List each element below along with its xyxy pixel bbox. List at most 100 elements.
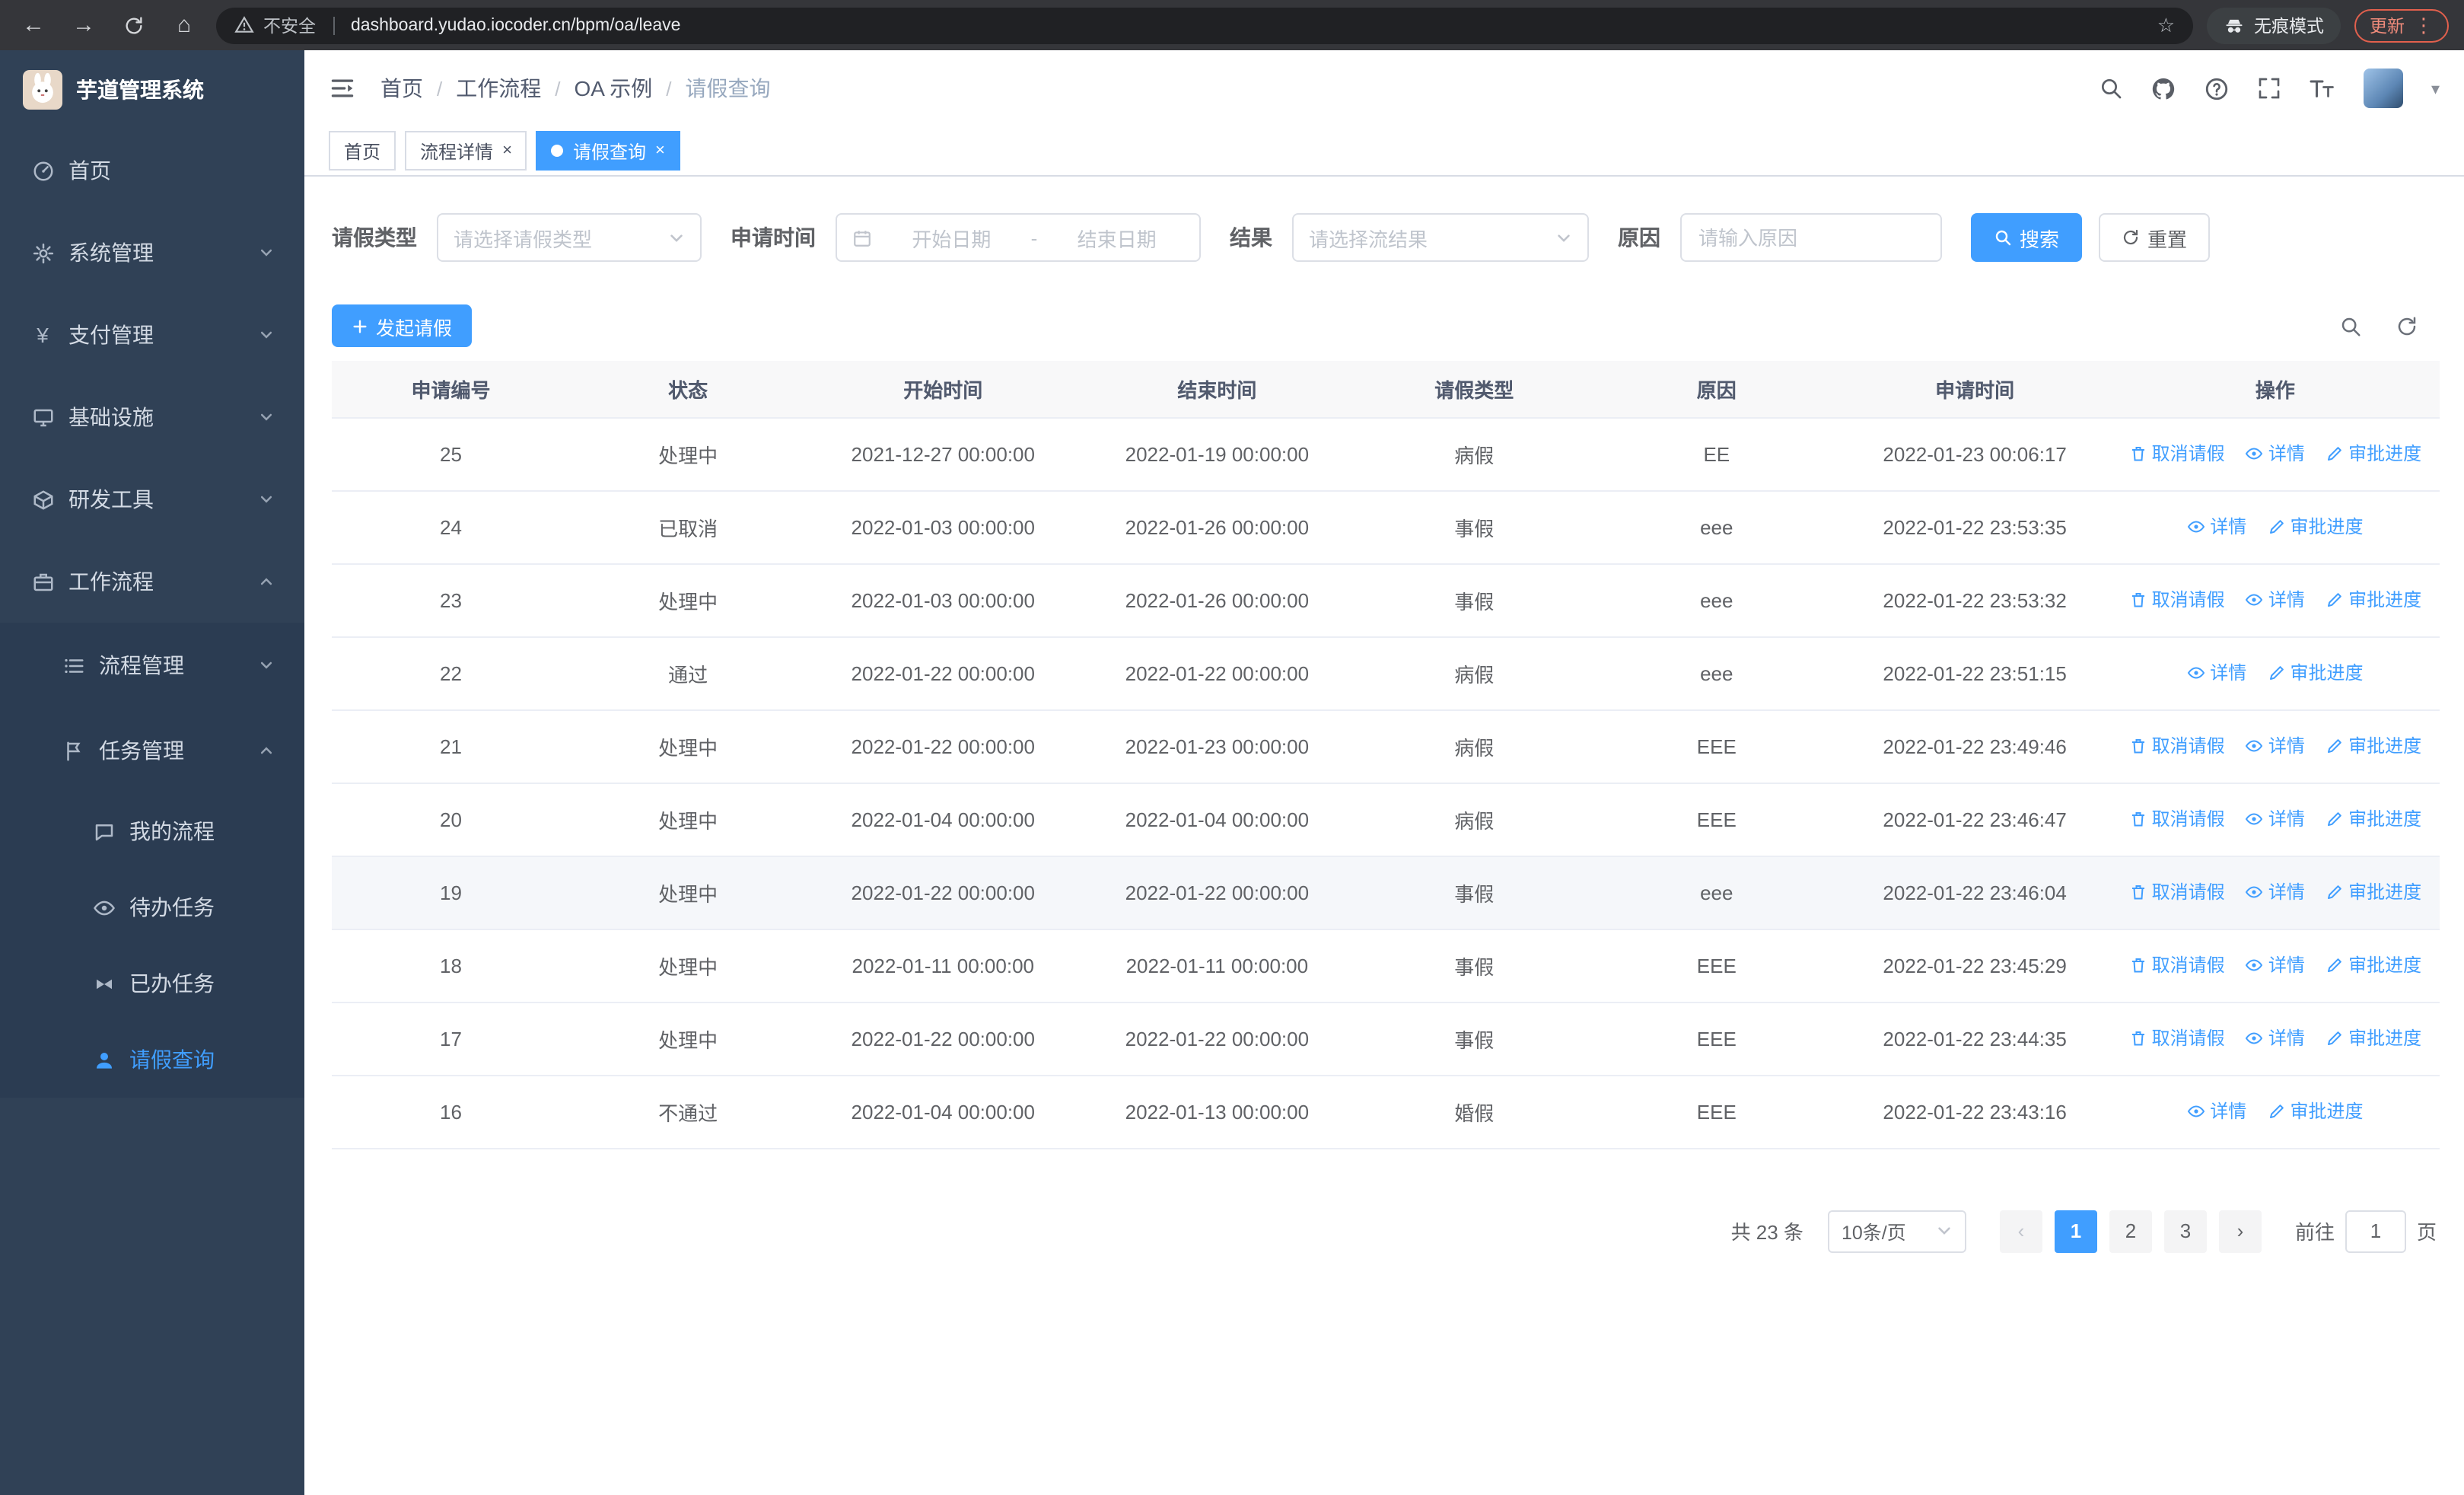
detail-link[interactable]: 详情 (2246, 806, 2305, 832)
approval-progress-link[interactable]: 审批进度 (2268, 514, 2364, 540)
detail-link[interactable]: 详情 (2246, 879, 2305, 905)
detail-link[interactable]: 详情 (2187, 514, 2246, 540)
page-button-3[interactable]: 3 (2163, 1210, 2207, 1252)
github-icon[interactable] (2151, 75, 2177, 101)
cancel-leave-link[interactable]: 取消请假 (2129, 1025, 2225, 1051)
cancel-leave-link[interactable]: 取消请假 (2129, 441, 2225, 467)
approval-progress-link[interactable]: 审批进度 (2326, 733, 2421, 759)
bookmark-star-icon[interactable]: ☆ (2157, 13, 2175, 37)
breadcrumb-oa-example[interactable]: OA 示例 (575, 73, 653, 104)
sidebar-item-home[interactable]: 首页 (0, 129, 304, 212)
result-select[interactable]: 请选择流结果 (1292, 213, 1589, 262)
approval-progress-link[interactable]: 审批进度 (2268, 660, 2364, 686)
approval-progress-link[interactable]: 审批进度 (2326, 587, 2421, 613)
table-row[interactable]: 22 通过 2022-01-22 00:00:00 2022-01-22 00:… (332, 636, 2440, 710)
task-submenu: 我的流程 待办任务 已办任务 请假查询 (0, 793, 304, 1098)
page-button-2[interactable]: 2 (2109, 1210, 2152, 1252)
sidebar-item-pending-tasks[interactable]: 待办任务 (0, 869, 304, 945)
approval-progress-link[interactable]: 审批进度 (2326, 952, 2421, 978)
user-menu-caret-icon[interactable]: ▾ (2431, 78, 2440, 98)
cell-actions: 取消请假 详情 审批进度 (2110, 417, 2440, 491)
approval-progress-link[interactable]: 审批进度 (2326, 441, 2421, 467)
table-row[interactable]: 23 处理中 2022-01-03 00:00:00 2022-01-26 00… (332, 563, 2440, 637)
search-toggle-icon[interactable] (2339, 314, 2362, 337)
browser-back-icon[interactable]: ← (15, 7, 52, 43)
approval-progress-link[interactable]: 审批进度 (2268, 1098, 2364, 1124)
reason-input[interactable] (1680, 213, 1942, 262)
approval-progress-link[interactable]: 审批进度 (2326, 806, 2421, 832)
leave-type-select[interactable]: 请选择请假类型 (437, 213, 702, 262)
security-warning-icon[interactable] (234, 15, 254, 35)
cancel-leave-link[interactable]: 取消请假 (2129, 587, 2225, 613)
prev-page-button[interactable]: ‹ (1999, 1210, 2042, 1252)
breadcrumb-home[interactable]: 首页 (380, 73, 423, 104)
table-row[interactable]: 25 处理中 2021-12-27 00:00:00 2022-01-19 00… (332, 417, 2440, 491)
sidebar-item-label: 首页 (68, 158, 111, 183)
sidebar-item-my-processes[interactable]: 我的流程 (0, 793, 304, 869)
page-size-select[interactable]: 10条/页 (1827, 1210, 1966, 1252)
refresh-icon[interactable] (2396, 314, 2418, 337)
sidebar-item-workflow[interactable]: 工作流程 (0, 540, 304, 623)
update-label[interactable]: 更新 (2370, 13, 2405, 37)
tab-leave-query[interactable]: 请假查询 × (536, 131, 680, 171)
goto-page-input[interactable] (2345, 1210, 2406, 1252)
page-button-1[interactable]: 1 (2054, 1210, 2097, 1252)
security-warning-label[interactable]: 不安全 (263, 13, 316, 37)
help-icon[interactable] (2205, 75, 2230, 101)
tab-home[interactable]: 首页 (329, 131, 396, 171)
browser-menu-icon[interactable]: ⋮ (2414, 13, 2434, 37)
table-row[interactable]: 19 处理中 2022-01-22 00:00:00 2022-01-22 00… (332, 856, 2440, 929)
detail-link[interactable]: 详情 (2246, 587, 2305, 613)
detail-link[interactable]: 详情 (2187, 660, 2246, 686)
search-icon[interactable] (2099, 76, 2124, 100)
browser-reload-icon[interactable] (116, 7, 152, 43)
cancel-leave-link[interactable]: 取消请假 (2129, 952, 2225, 978)
cancel-leave-link[interactable]: 取消请假 (2129, 733, 2225, 759)
approval-progress-link[interactable]: 审批进度 (2326, 1025, 2421, 1051)
close-icon[interactable]: × (655, 142, 665, 159)
address-bar[interactable]: 不安全 dashboard.yudao.iocoder.cn/bpm/oa/le… (216, 7, 2193, 43)
cancel-leave-link[interactable]: 取消请假 (2129, 806, 2225, 832)
search-button[interactable]: 搜索 (1971, 213, 2083, 262)
browser-home-icon[interactable]: ⌂ (166, 7, 202, 43)
table-row[interactable]: 18 处理中 2022-01-11 00:00:00 2022-01-11 00… (332, 929, 2440, 1003)
tab-process-detail[interactable]: 流程详情 × (405, 131, 527, 171)
reset-button[interactable]: 重置 (2099, 213, 2211, 262)
table-row[interactable]: 17 处理中 2022-01-22 00:00:00 2022-01-22 00… (332, 1002, 2440, 1076)
apply-time-range-input[interactable]: 开始日期 - 结束日期 (836, 213, 1201, 262)
sidebar-item-infrastructure[interactable]: 基础设施 (0, 376, 304, 458)
fullscreen-icon[interactable] (2258, 76, 2282, 100)
sidebar-item-task-management[interactable]: 任务管理 (0, 708, 304, 793)
breadcrumb-workflow[interactable]: 工作流程 (456, 73, 541, 104)
detail-link[interactable]: 详情 (2187, 1098, 2246, 1124)
detail-link[interactable]: 详情 (2246, 733, 2305, 759)
cancel-leave-link[interactable]: 取消请假 (2129, 879, 2225, 905)
approval-progress-link[interactable]: 审批进度 (2326, 879, 2421, 905)
table-row[interactable]: 20 处理中 2022-01-04 00:00:00 2022-01-04 00… (332, 783, 2440, 856)
browser-forward-icon[interactable]: → (65, 7, 102, 43)
table-row[interactable]: 24 已取消 2022-01-03 00:00:00 2022-01-26 00… (332, 490, 2440, 564)
start-date-placeholder[interactable]: 开始日期 (884, 223, 1019, 252)
app-logo[interactable]: 芋道管理系统 (0, 50, 304, 129)
avatar[interactable] (2364, 69, 2404, 108)
sidebar-collapse-icon[interactable] (329, 75, 356, 102)
sidebar-item-system[interactable]: 系统管理 (0, 212, 304, 294)
browser-update-button[interactable]: 更新 ⋮ (2354, 8, 2449, 42)
sidebar-item-payment[interactable]: ¥ 支付管理 (0, 294, 304, 376)
create-leave-button[interactable]: 发起请假 (332, 304, 473, 347)
sidebar-item-leave-query[interactable]: 请假查询 (0, 1022, 304, 1098)
end-date-placeholder[interactable]: 结束日期 (1049, 223, 1184, 252)
sidebar-item-done-tasks[interactable]: 已办任务 (0, 945, 304, 1022)
url-text[interactable]: dashboard.yudao.iocoder.cn/bpm/oa/leave (351, 16, 681, 34)
chevron-down-icon (259, 658, 274, 673)
sidebar-item-process-management[interactable]: 流程管理 (0, 623, 304, 708)
detail-link[interactable]: 详情 (2246, 1025, 2305, 1051)
close-icon[interactable]: × (502, 142, 512, 159)
table-row[interactable]: 16 不通过 2022-01-04 00:00:00 2022-01-13 00… (332, 1075, 2440, 1149)
font-size-icon[interactable] (2310, 76, 2337, 100)
detail-link[interactable]: 详情 (2246, 441, 2305, 467)
detail-link[interactable]: 详情 (2246, 952, 2305, 978)
next-page-button[interactable]: › (2218, 1210, 2262, 1252)
table-row[interactable]: 21 处理中 2022-01-22 00:00:00 2022-01-23 00… (332, 709, 2440, 783)
sidebar-item-devtools[interactable]: 研发工具 (0, 458, 304, 540)
